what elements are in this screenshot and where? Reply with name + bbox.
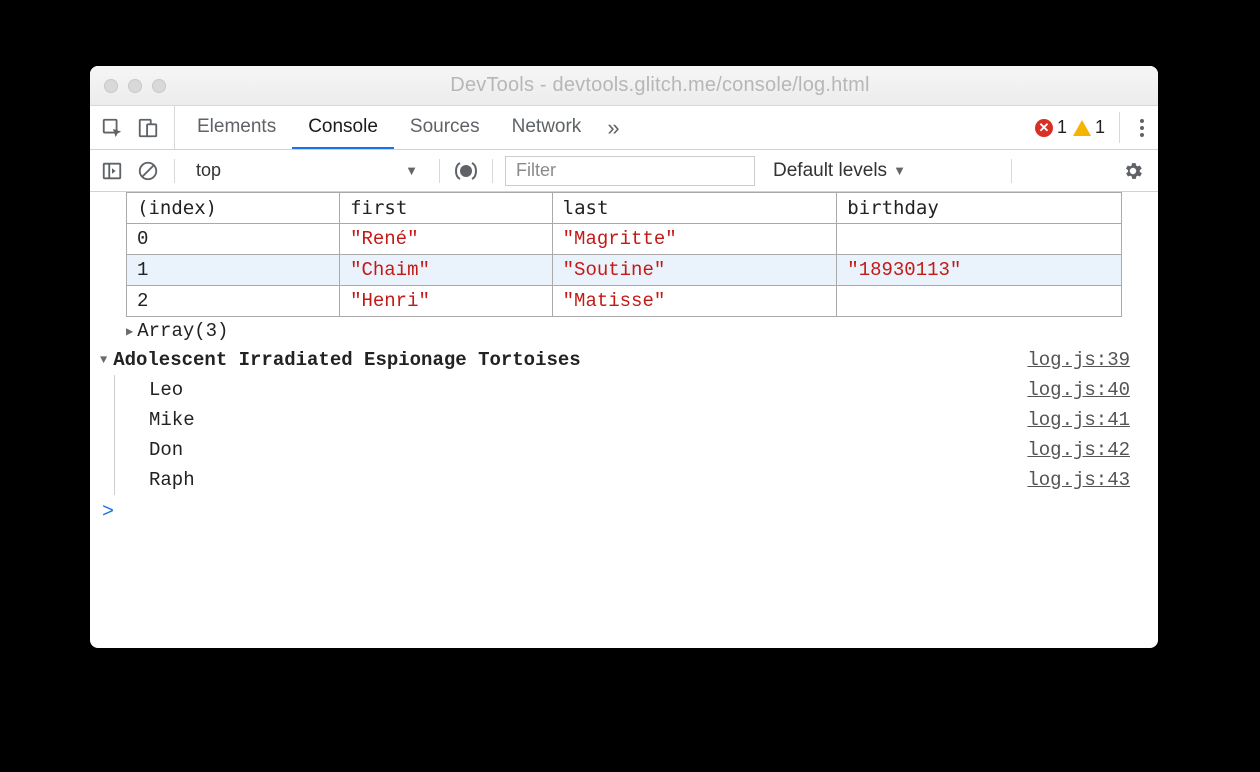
more-options-button[interactable] <box>1134 119 1150 137</box>
cell-index: 1 <box>127 255 340 286</box>
error-icon: ✕ <box>1035 119 1053 137</box>
tabstrip-right: ✕ 1 1 <box>1023 106 1150 149</box>
cell-index: 0 <box>127 224 340 255</box>
log-message: Don <box>149 439 1027 461</box>
log-level-label: Default levels <box>773 160 887 182</box>
tabs-overflow-button[interactable]: » <box>597 106 629 149</box>
log-level-select[interactable]: Default levels ▼ <box>773 160 906 182</box>
cell-last: "Soutine" <box>552 255 837 286</box>
col-index[interactable]: (index) <box>127 193 340 224</box>
filter-input[interactable] <box>505 156 755 186</box>
toggle-sidebar-icon[interactable] <box>98 157 126 185</box>
console-body: (index) first last birthday 0 "René" "Ma… <box>90 192 1158 648</box>
console-log-item[interactable]: Mike log.js:41 <box>115 405 1158 435</box>
cell-first: "René" <box>340 224 553 255</box>
device-toolbar-icon[interactable] <box>134 114 162 142</box>
source-link[interactable]: log.js:41 <box>1027 409 1148 431</box>
cell-first: "Chaim" <box>340 255 553 286</box>
devtools-window: DevTools - devtools.glitch.me/console/lo… <box>90 66 1158 648</box>
console-log-item[interactable]: Raph log.js:43 <box>115 465 1158 495</box>
maximize-window-button[interactable] <box>152 79 166 93</box>
table-row[interactable]: 0 "René" "Magritte" <box>127 224 1122 255</box>
cell-birthday <box>837 224 1122 255</box>
prompt-caret: > <box>102 501 114 524</box>
separator <box>1011 159 1012 183</box>
window-title: DevTools - devtools.glitch.me/console/lo… <box>176 74 1144 97</box>
cell-birthday: "18930113" <box>837 255 1122 286</box>
tab-elements[interactable]: Elements <box>181 106 292 149</box>
separator <box>492 159 493 183</box>
error-count: 1 <box>1057 117 1067 138</box>
table-row[interactable]: 1 "Chaim" "Soutine" "18930113" <box>127 255 1122 286</box>
source-link[interactable]: log.js:43 <box>1027 469 1148 491</box>
array-summary-row[interactable]: ▶ Array(3) <box>90 317 1158 345</box>
live-expression-icon[interactable] <box>452 157 480 185</box>
inspect-tools <box>98 106 175 149</box>
cell-index: 2 <box>127 286 340 317</box>
log-message: Leo <box>149 379 1027 401</box>
separator <box>174 159 175 183</box>
context-label: top <box>196 160 221 181</box>
log-message: Mike <box>149 409 1027 431</box>
console-log-item[interactable]: Don log.js:42 <box>115 435 1158 465</box>
console-log-item[interactable]: Leo log.js:40 <box>115 375 1158 405</box>
console-group-items: Leo log.js:40 Mike log.js:41 Don log.js:… <box>114 375 1158 495</box>
execution-context-select[interactable]: top ▼ <box>187 156 427 186</box>
console-prompt[interactable]: > <box>90 495 1158 530</box>
cell-last: "Magritte" <box>552 224 837 255</box>
console-settings-icon[interactable] <box>1122 157 1150 185</box>
tab-sources[interactable]: Sources <box>394 106 496 149</box>
clear-console-icon[interactable] <box>134 157 162 185</box>
panel-tabs: Elements Console Sources Network » <box>181 106 630 149</box>
triangle-down-icon: ▼ <box>100 353 107 367</box>
cell-last: "Matisse" <box>552 286 837 317</box>
panel-tabstrip: Elements Console Sources Network » ✕ 1 1 <box>90 106 1158 150</box>
cell-first: "Henri" <box>340 286 553 317</box>
console-table: (index) first last birthday 0 "René" "Ma… <box>126 192 1122 317</box>
traffic-lights <box>104 79 166 93</box>
separator <box>439 159 440 183</box>
tab-network[interactable]: Network <box>496 106 598 149</box>
col-last[interactable]: last <box>552 193 837 224</box>
log-message: Raph <box>149 469 1027 491</box>
col-birthday[interactable]: birthday <box>837 193 1122 224</box>
table-header-row: (index) first last birthday <box>127 193 1122 224</box>
minimize-window-button[interactable] <box>128 79 142 93</box>
tab-console[interactable]: Console <box>292 106 394 149</box>
warning-icon <box>1073 120 1091 136</box>
warning-count-badge[interactable]: 1 <box>1073 117 1105 138</box>
chevron-down-icon: ▼ <box>893 163 906 178</box>
source-link[interactable]: log.js:40 <box>1027 379 1148 401</box>
triangle-right-icon: ▶ <box>126 324 133 339</box>
group-title: Adolescent Irradiated Espionage Tortoise… <box>113 349 580 371</box>
table-row[interactable]: 2 "Henri" "Matisse" <box>127 286 1122 317</box>
titlebar: DevTools - devtools.glitch.me/console/lo… <box>90 66 1158 106</box>
col-first[interactable]: first <box>340 193 553 224</box>
source-link[interactable]: log.js:39 <box>1027 349 1148 371</box>
source-link[interactable]: log.js:42 <box>1027 439 1148 461</box>
error-count-badge[interactable]: ✕ 1 <box>1035 117 1067 138</box>
close-window-button[interactable] <box>104 79 118 93</box>
chevron-down-icon: ▼ <box>405 163 418 178</box>
console-toolbar: top ▼ Default levels ▼ <box>90 150 1158 192</box>
inspect-element-icon[interactable] <box>98 114 126 142</box>
warning-count: 1 <box>1095 117 1105 138</box>
divider <box>1119 112 1120 143</box>
cell-birthday <box>837 286 1122 317</box>
console-group-header[interactable]: ▼ Adolescent Irradiated Espionage Tortoi… <box>90 345 1158 375</box>
array-label: Array(3) <box>137 320 228 342</box>
